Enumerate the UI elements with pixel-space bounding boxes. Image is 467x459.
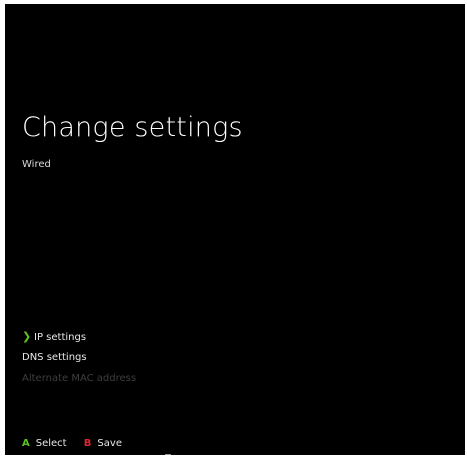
settings-screen: Change settings Wired ❯ IP settings DNS s… <box>5 4 465 455</box>
save-hint-label: Save <box>97 438 122 449</box>
menu-item-label: Alternate MAC address <box>22 373 137 384</box>
a-button-icon: A <box>22 438 30 449</box>
select-hint[interactable]: A Select <box>22 436 67 452</box>
save-hint[interactable]: B Save <box>84 436 122 452</box>
menu-item-dns-settings[interactable]: DNS settings <box>22 347 322 368</box>
bottom-indicator <box>165 454 171 455</box>
menu-item-ip-settings[interactable]: ❯ IP settings <box>22 326 322 347</box>
menu-item-label: DNS settings <box>22 352 87 363</box>
settings-menu: ❯ IP settings DNS settings Alternate MAC … <box>22 326 322 389</box>
b-button-icon: B <box>83 438 92 449</box>
connection-type-label: Wired <box>22 159 51 170</box>
menu-item-alternate-mac-address: Alternate MAC address <box>22 368 322 389</box>
select-hint-label: Select <box>35 438 67 449</box>
chevron-right-icon: ❯ <box>22 330 32 343</box>
menu-item-label: IP settings <box>34 332 87 343</box>
button-hints: A Select B Save <box>22 436 136 452</box>
page-title: Change settings <box>22 112 243 143</box>
